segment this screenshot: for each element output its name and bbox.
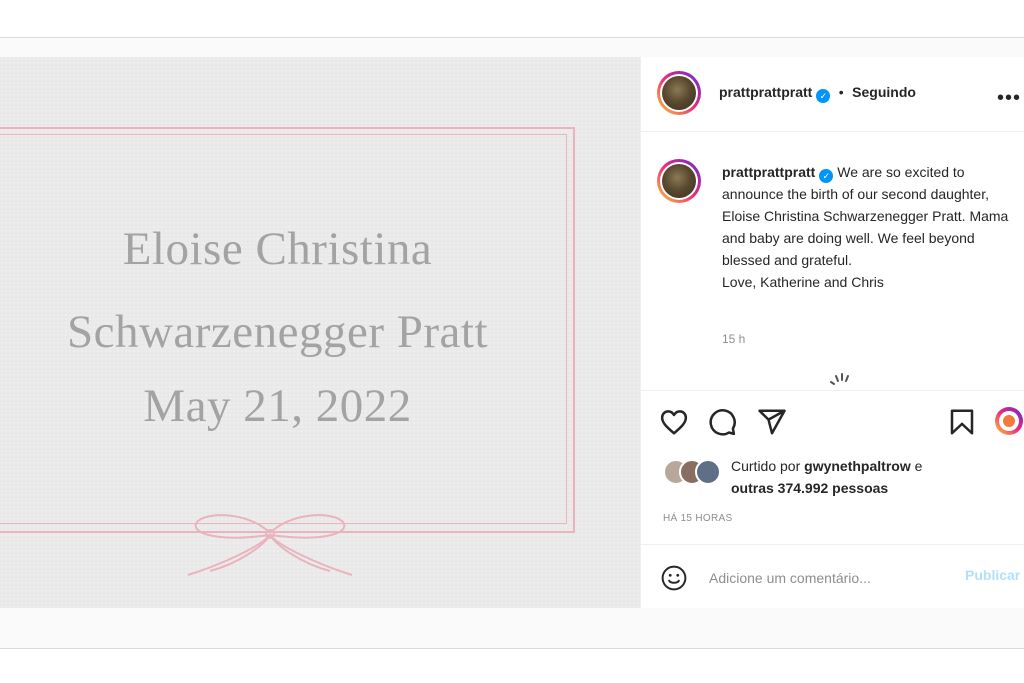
post-modal: Eloise Christina Schwarzenegger Pratt Ma…: [0, 57, 1024, 608]
post-header: prattprattpratt ✓ • Seguindo •••: [641, 57, 1024, 132]
avatar[interactable]: [657, 71, 701, 115]
caption: prattprattpratt ✓ We are so excited to an…: [641, 132, 1024, 390]
likes-text: Curtido por gwynethpaltrow e outras 374.…: [731, 455, 1024, 499]
avatar[interactable]: [695, 459, 721, 485]
post-image: Eloise Christina Schwarzenegger Pratt Ma…: [0, 57, 640, 608]
more-icon[interactable]: •••: [997, 87, 1021, 110]
post-side-panel: prattprattpratt ✓ • Seguindo ••• prattpra…: [640, 57, 1024, 608]
comment-icon[interactable]: [707, 407, 737, 437]
heart-icon[interactable]: [659, 407, 689, 437]
caption-signoff: Love, Katherine and Chris: [722, 274, 884, 290]
caption-avatar[interactable]: [657, 159, 701, 203]
verified-icon: ✓: [816, 89, 831, 103]
comment-bar: Publicar: [641, 544, 1024, 609]
card-name-line-2: Schwarzenegger Pratt: [66, 306, 489, 358]
caption-username[interactable]: prattprattpratt: [722, 164, 815, 180]
ribbon-bow-icon: [187, 514, 353, 576]
loading-spinner-icon: [830, 373, 849, 385]
header-username[interactable]: prattprattpratt: [719, 84, 812, 100]
separator-dot: •: [838, 84, 844, 100]
publish-button[interactable]: Publicar: [965, 567, 1024, 583]
share-icon[interactable]: [757, 407, 787, 437]
following-button[interactable]: Seguindo: [852, 84, 916, 100]
posted-time[interactable]: HÁ 15 HORAS: [663, 513, 732, 524]
likes-joiner: e: [914, 458, 923, 474]
verified-icon: ✓: [819, 169, 834, 183]
likes-others-link[interactable]: outras 374.992 pessoas: [731, 480, 888, 496]
emoji-icon[interactable]: [661, 565, 687, 591]
comment-input[interactable]: [707, 561, 951, 595]
liker-avatars: [663, 459, 727, 485]
card-name-line-1: Eloise Christina: [122, 223, 433, 275]
caption-text: prattprattpratt ✓ We are so excited to an…: [722, 161, 1022, 293]
caption-time[interactable]: 15 h: [722, 332, 745, 346]
likes-prefix: Curtido por: [731, 458, 801, 474]
stories-icon[interactable]: [995, 407, 1024, 437]
liked-by-username[interactable]: gwynethpaltrow: [804, 458, 911, 474]
bookmark-icon[interactable]: [947, 407, 977, 437]
post-actions: Curtido por gwynethpaltrow e outras 374.…: [641, 390, 1024, 545]
card-date: May 21, 2022: [143, 380, 412, 432]
